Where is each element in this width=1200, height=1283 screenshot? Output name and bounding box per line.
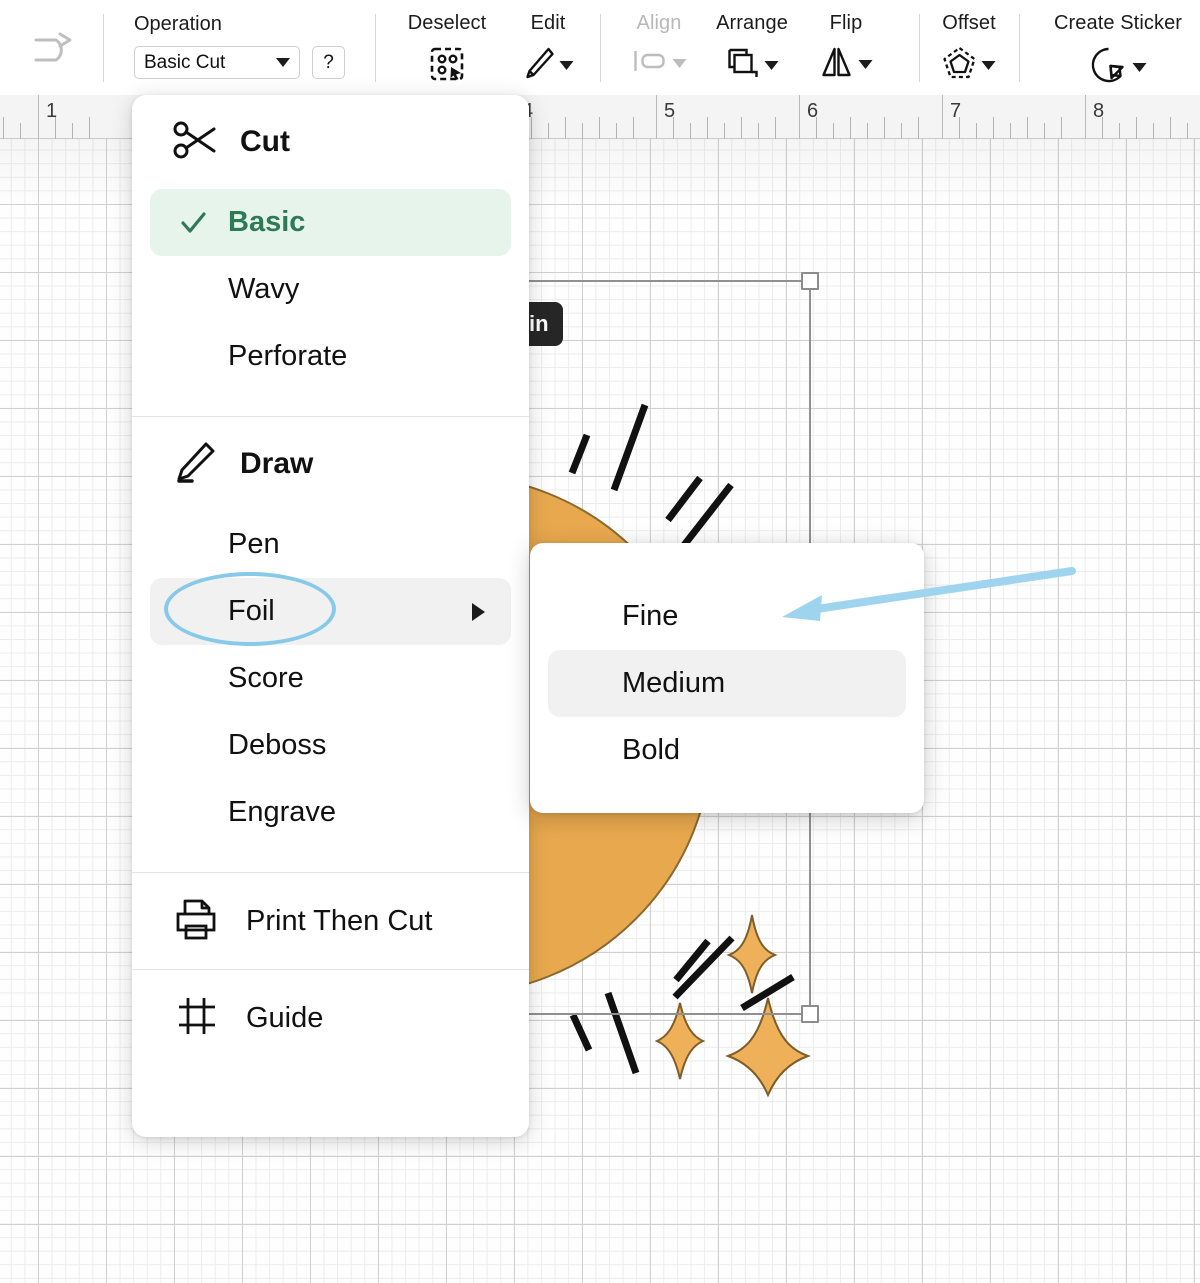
chevron-down-icon[interactable]	[559, 61, 574, 70]
selection-handle-bottom-right[interactable]	[801, 1005, 819, 1023]
printer-icon	[172, 896, 220, 947]
operation-select[interactable]: Basic Cut	[134, 46, 300, 79]
toolbar-divider	[375, 14, 376, 82]
chevron-down-icon[interactable]	[764, 61, 779, 70]
sticker-icon	[1090, 46, 1128, 89]
toolbar-label-edit: Edit	[530, 12, 566, 34]
menu-item-label: Deboss	[228, 729, 327, 761]
top-toolbar: Operation Basic Cut ? Deselect Edit Alig…	[0, 0, 1200, 95]
marker-pen-icon	[172, 440, 218, 489]
operation-dropdown-menu[interactable]: Cut Basic Wavy Perforate Draw Pen Foil S…	[132, 95, 529, 1137]
toolbar-label-flip: Flip	[829, 12, 863, 34]
menu-item-score[interactable]: Score	[150, 645, 511, 712]
redo-arrow-icon[interactable]	[30, 32, 76, 71]
offset-icon	[943, 46, 977, 85]
chevron-down-icon[interactable]	[858, 60, 873, 69]
menu-item-label: Wavy	[228, 273, 300, 305]
submenu-item-bold[interactable]: Bold	[548, 717, 906, 784]
toolbar-item-flip[interactable]: Flip	[804, 0, 888, 95]
menu-item-deboss[interactable]: Deboss	[150, 712, 511, 779]
menu-item-engrave[interactable]: Engrave	[150, 779, 511, 846]
align-icon	[632, 46, 668, 81]
submenu-item-medium[interactable]: Medium	[548, 650, 906, 717]
chevron-down-icon[interactable]	[981, 61, 996, 70]
foil-submenu[interactable]: Fine Medium Bold	[530, 543, 924, 813]
menu-item-pen[interactable]: Pen	[150, 511, 511, 578]
deselect-icon	[429, 46, 465, 82]
menu-item-label: Basic	[228, 206, 306, 238]
chevron-down-icon[interactable]	[1132, 63, 1147, 72]
operation-select-value: Basic Cut	[144, 51, 226, 73]
toolbar-divider	[1019, 14, 1020, 82]
arrange-icon	[726, 46, 760, 85]
menu-item-perforate[interactable]: Perforate	[150, 323, 511, 390]
menu-section-header-cut: Cut	[132, 95, 529, 189]
toolbar-item-deselect[interactable]: Deselect	[393, 0, 501, 95]
submenu-item-label: Bold	[622, 734, 681, 766]
toolbar-item-create-sticker[interactable]: Create Sticker	[1036, 0, 1200, 95]
operation-label: Operation	[134, 13, 222, 35]
menu-item-label: Engrave	[228, 796, 337, 828]
flip-icon	[820, 46, 854, 83]
operation-help-button[interactable]: ?	[312, 46, 345, 79]
toolbar-label-deselect: Deselect	[407, 12, 487, 34]
toolbar-label-arrange: Arrange	[716, 12, 788, 34]
check-icon	[178, 208, 208, 238]
toolbar-label-create-sticker: Create Sticker	[1053, 12, 1183, 34]
toolbar-item-offset[interactable]: Offset	[920, 0, 1018, 95]
pencil-icon	[523, 46, 555, 85]
selection-handle-top-right[interactable]	[801, 272, 819, 290]
toolbar-item-align: Align	[618, 0, 700, 95]
menu-section-title: Cut	[240, 125, 290, 158]
menu-item-wavy[interactable]: Wavy	[150, 256, 511, 323]
submenu-item-label: Medium	[622, 667, 726, 699]
menu-item-label: Pen	[228, 528, 280, 560]
chevron-right-icon	[472, 602, 485, 621]
menu-section-title: Draw	[240, 447, 314, 480]
menu-item-print-then-cut[interactable]: Print Then Cut	[132, 873, 529, 969]
scissors-icon	[172, 120, 218, 165]
toolbar-label-align: Align	[636, 12, 682, 34]
guide-frame-icon	[172, 993, 220, 1044]
toolbar-label-offset: Offset	[942, 12, 996, 34]
chevron-down-icon	[672, 59, 687, 68]
chevron-down-icon	[276, 58, 290, 67]
menu-item-label: Foil	[228, 595, 275, 627]
menu-item-guide[interactable]: Guide	[132, 970, 529, 1066]
submenu-item-label: Fine	[622, 600, 679, 632]
menu-item-label: Print Then Cut	[246, 904, 433, 937]
submenu-item-fine[interactable]: Fine	[548, 583, 906, 650]
menu-item-foil[interactable]: Foil	[150, 578, 511, 645]
toolbar-divider	[103, 14, 104, 82]
toolbar-item-arrange[interactable]: Arrange	[700, 0, 804, 95]
menu-item-basic[interactable]: Basic	[150, 189, 511, 256]
toolbar-divider	[600, 14, 601, 82]
menu-item-label: Guide	[246, 1001, 324, 1034]
menu-item-label: Perforate	[228, 340, 348, 372]
toolbar-item-edit[interactable]: Edit	[503, 0, 593, 95]
menu-section-header-draw: Draw	[132, 417, 529, 511]
menu-item-label: Score	[228, 662, 304, 694]
